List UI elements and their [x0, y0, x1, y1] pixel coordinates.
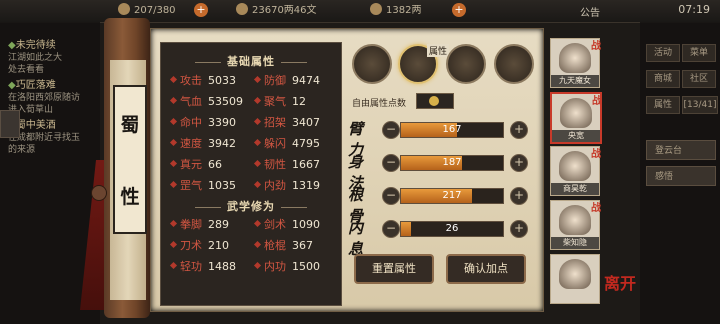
- character-name: 央宽: [552, 130, 600, 142]
- attr-row: 速度 3942: [169, 136, 236, 152]
- minus-button[interactable]: −: [382, 154, 400, 172]
- stat-value: 26: [445, 223, 459, 234]
- character-portrait: [560, 98, 592, 128]
- money-display: 23670两46文: [236, 3, 317, 19]
- martial-row: 轻功 1488: [169, 259, 236, 275]
- plus-button[interactable]: +: [510, 121, 528, 139]
- gold-icon: [370, 3, 382, 15]
- character-name: 柴知隐: [551, 237, 599, 249]
- attr-menu-button[interactable]: 属性: [646, 96, 680, 114]
- quest-text: 的来源: [8, 145, 36, 155]
- character-portrait: [559, 205, 591, 235]
- tab-meridian-icon[interactable]: [494, 44, 534, 84]
- attr-row: 躲闪 4795: [253, 136, 320, 152]
- clock: 07:19: [678, 3, 710, 16]
- minus-button[interactable]: −: [382, 187, 400, 205]
- martial-row: 剑术 1090: [253, 217, 320, 233]
- plus-button[interactable]: +: [510, 220, 528, 238]
- scroll-title-char: 蜀: [120, 113, 140, 136]
- leave-button[interactable]: 离开: [604, 270, 636, 294]
- stat-bar: 217: [400, 188, 504, 204]
- free-points-box: [416, 93, 454, 109]
- martial-attrs-title: 武学修为: [161, 198, 341, 214]
- character-portrait: [559, 43, 591, 73]
- stat-value: 167: [442, 124, 462, 135]
- character-roster: 战 九天魔女 战 央宽 战 商昊乾 战 柴知隐: [550, 30, 602, 322]
- roster-card[interactable]: [550, 254, 600, 304]
- stat-label-inner-breath: 内息: [348, 219, 364, 258]
- scroll-knob: [91, 185, 107, 201]
- stat-value: 217: [442, 190, 462, 201]
- battle-badge: 战: [591, 149, 601, 160]
- stat-bar: 26: [400, 221, 504, 237]
- quest-title-1[interactable]: ◆未完待续: [8, 36, 56, 51]
- quest-text: 处去看看: [8, 65, 45, 75]
- add-stamina-button[interactable]: +: [194, 3, 208, 17]
- basic-attrs-title: 基础属性: [161, 53, 341, 69]
- stamina-display: 207/380: [118, 3, 176, 19]
- attr-row: 防御 9474: [253, 73, 320, 89]
- gold-display: 1382两: [370, 3, 421, 19]
- attr-row: 韧性 1667: [253, 157, 320, 173]
- tab-taiji-icon[interactable]: [446, 44, 486, 84]
- roster-card-selected[interactable]: 战 央宽: [550, 92, 602, 144]
- confirm-points-button[interactable]: 确认加点: [446, 254, 526, 284]
- tab-attributes-label: 属性: [427, 44, 450, 57]
- level-display: [13/41]: [682, 96, 718, 114]
- martial-row: 刀术 210: [169, 238, 229, 254]
- free-points-icon: [429, 96, 439, 106]
- insight-button[interactable]: 感悟: [646, 166, 716, 186]
- battle-badge: 战: [592, 96, 602, 107]
- community-button[interactable]: 社区: [682, 70, 716, 88]
- plus-button[interactable]: +: [510, 187, 528, 205]
- stat-bar: 167: [400, 122, 504, 138]
- free-points-label: 自由属性点数: [352, 99, 407, 109]
- martial-row: 拳脚 289: [169, 217, 229, 233]
- martial-row: 内功 1500: [253, 259, 320, 275]
- home-icon[interactable]: [0, 110, 20, 138]
- attribute-panel: 基础属性 攻击 5033 防御 9474 气血 53509 聚气 12 命中 3390 招…: [160, 42, 342, 306]
- stamina-icon: [118, 3, 130, 15]
- menu-button[interactable]: 菜单: [682, 44, 716, 62]
- dengyuntai-button[interactable]: 登云台: [646, 140, 716, 160]
- minus-button[interactable]: −: [382, 121, 400, 139]
- attr-row: 聚气 12: [253, 94, 306, 110]
- character-portrait: [559, 151, 591, 181]
- attr-row: 罡气 1035: [169, 178, 236, 194]
- roster-card[interactable]: 战 商昊乾: [550, 146, 601, 196]
- attr-row: 真元 66: [169, 157, 222, 173]
- announcement-button[interactable]: 公告: [580, 4, 600, 19]
- attr-row: 内劲 1319: [253, 178, 320, 194]
- reset-attributes-button[interactable]: 重置属性: [354, 254, 434, 284]
- character-name: 九天魔女: [551, 75, 599, 87]
- add-gold-button[interactable]: +: [452, 3, 466, 17]
- plus-button[interactable]: +: [510, 154, 528, 172]
- shop-button[interactable]: 商城: [646, 70, 680, 88]
- activity-button[interactable]: 活动: [646, 44, 680, 62]
- roster-card[interactable]: 战 九天魔女: [550, 38, 601, 88]
- battle-badge: 战: [591, 203, 601, 214]
- minus-button[interactable]: −: [382, 220, 400, 238]
- scroll-title-char: 性: [120, 186, 140, 209]
- martial-row: 枪棍 367: [253, 238, 313, 254]
- tab-character-icon[interactable]: [352, 44, 392, 84]
- attr-row: 招架 3407: [253, 115, 320, 131]
- roster-card[interactable]: 战 柴知隐: [550, 200, 601, 250]
- character-portrait: [559, 259, 591, 289]
- attr-row: 命中 3390: [169, 115, 236, 131]
- battle-badge: 战: [591, 41, 601, 52]
- stat-value: 187: [442, 157, 462, 168]
- money-icon: [236, 3, 248, 15]
- scroll-title-tag: 蜀 性: [113, 85, 147, 234]
- quest-title-2[interactable]: ◆巧匠落难: [8, 76, 56, 91]
- stat-bar: 187: [400, 155, 504, 171]
- attr-row: 攻击 5033: [169, 73, 236, 89]
- attr-row: 气血 53509: [169, 94, 243, 110]
- character-name: 商昊乾: [551, 183, 599, 195]
